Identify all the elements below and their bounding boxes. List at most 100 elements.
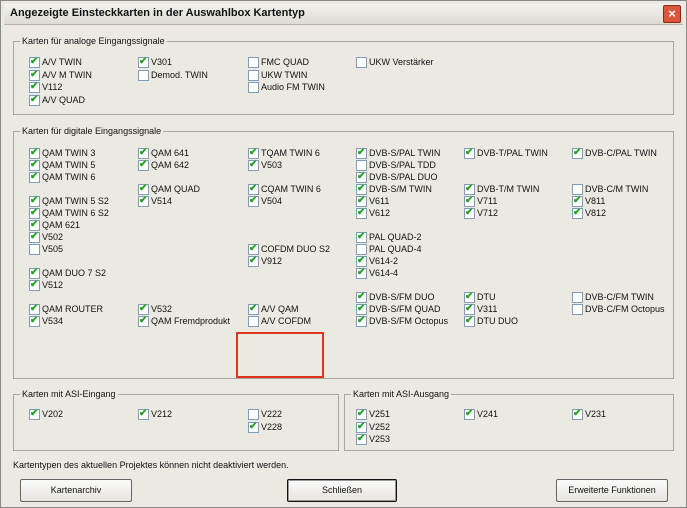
checkbox-box[interactable] — [248, 316, 259, 327]
checkbox-box[interactable]: ✔ — [138, 315, 149, 327]
group-analog-label: Karten für analoge Eingangssignale — [20, 35, 167, 48]
checkbox-box[interactable]: ✔ — [138, 408, 149, 420]
checkbox-box[interactable] — [138, 70, 149, 81]
checkbox-label: V912 — [261, 256, 283, 266]
checkbox-box[interactable]: ✔ — [356, 267, 367, 279]
close-window-button[interactable]: × — [663, 5, 681, 23]
checkbox-box[interactable] — [356, 160, 367, 171]
check-icon: ✔ — [30, 81, 39, 92]
checkbox-box[interactable]: ✔ — [464, 147, 475, 159]
checkbox-box[interactable] — [572, 184, 583, 195]
checkbox-box[interactable]: ✔ — [248, 195, 259, 207]
check-icon: ✔ — [30, 195, 39, 206]
checkbox-label: QAM ROUTER — [42, 304, 104, 314]
check-icon: ✔ — [30, 207, 39, 218]
checkbox-label: A/V TWIN — [42, 57, 82, 67]
checkbox-box[interactable]: ✔ — [464, 408, 475, 420]
checkbox-box[interactable]: ✔ — [464, 315, 475, 327]
checkbox-box[interactable] — [356, 244, 367, 255]
group-analog: Karten für analoge Eingangssignale — [13, 35, 674, 115]
checkbox-box[interactable]: ✔ — [138, 183, 149, 195]
checkbox-box[interactable]: ✔ — [29, 159, 40, 171]
check-icon: ✔ — [357, 408, 366, 419]
check-icon: ✔ — [465, 147, 474, 158]
checkbox-box[interactable]: ✔ — [29, 207, 40, 219]
checkbox-box[interactable]: ✔ — [464, 303, 475, 315]
checkbox-box[interactable] — [248, 409, 259, 420]
checkbox-box[interactable] — [356, 57, 367, 68]
check-icon: ✔ — [357, 291, 366, 302]
checkbox-box[interactable] — [248, 82, 259, 93]
checkbox-box[interactable] — [248, 70, 259, 81]
checkbox-box[interactable]: ✔ — [356, 171, 367, 183]
checkbox-box[interactable]: ✔ — [356, 207, 367, 219]
highlight-box — [236, 332, 324, 378]
checkbox-box[interactable] — [572, 292, 583, 303]
checkbox-box[interactable]: ✔ — [572, 147, 583, 159]
checkbox-box[interactable]: ✔ — [464, 207, 475, 219]
checkbox-box[interactable]: ✔ — [572, 207, 583, 219]
checkbox-box[interactable] — [572, 304, 583, 315]
checkbox-box[interactable]: ✔ — [356, 195, 367, 207]
checkbox-label: V512 — [42, 280, 64, 290]
check-icon: ✔ — [30, 94, 39, 105]
checkbox-box[interactable]: ✔ — [248, 147, 259, 159]
checkbox-box[interactable]: ✔ — [248, 243, 259, 255]
extended-functions-button[interactable]: Erweiterte Funktionen — [556, 479, 668, 502]
checkbox-box[interactable]: ✔ — [356, 231, 367, 243]
checkbox-box[interactable]: ✔ — [248, 183, 259, 195]
checkbox-label: QAM 642 — [151, 160, 190, 170]
checkbox-label: QAM 621 — [42, 220, 81, 230]
checkbox-box[interactable]: ✔ — [356, 291, 367, 303]
checkbox-box[interactable]: ✔ — [29, 195, 40, 207]
checkbox-box[interactable]: ✔ — [464, 291, 475, 303]
checkbox-box[interactable]: ✔ — [29, 315, 40, 327]
checkbox-box[interactable]: ✔ — [248, 159, 259, 171]
checkbox-box[interactable]: ✔ — [138, 56, 149, 68]
checkbox-box[interactable]: ✔ — [29, 69, 40, 81]
checkbox-box[interactable]: ✔ — [29, 81, 40, 93]
check-icon: ✔ — [357, 195, 366, 206]
checkbox-box[interactable]: ✔ — [29, 303, 40, 315]
checkbox-box[interactable]: ✔ — [29, 279, 40, 291]
checkbox-box[interactable]: ✔ — [356, 315, 367, 327]
info-note: Kartentypen des aktuellen Projektes könn… — [13, 460, 289, 470]
checkbox-box[interactable]: ✔ — [248, 303, 259, 315]
checkbox-box[interactable]: ✔ — [29, 147, 40, 159]
checkbox-box[interactable]: ✔ — [572, 195, 583, 207]
checkbox-box[interactable] — [248, 57, 259, 68]
checkbox-box[interactable]: ✔ — [29, 56, 40, 68]
checkbox-box[interactable]: ✔ — [356, 421, 367, 433]
checkbox-label: A/V M TWIN — [42, 70, 92, 80]
checkbox-label: V202 — [42, 409, 64, 419]
checkbox-box[interactable]: ✔ — [29, 267, 40, 279]
checkbox-box[interactable]: ✔ — [572, 408, 583, 420]
checkbox-box[interactable]: ✔ — [29, 231, 40, 243]
checkbox-box[interactable]: ✔ — [29, 171, 40, 183]
checkbox-box[interactable]: ✔ — [29, 408, 40, 420]
checkbox-box[interactable] — [29, 244, 40, 255]
checkbox-box[interactable]: ✔ — [248, 421, 259, 433]
checkbox-box[interactable]: ✔ — [464, 195, 475, 207]
check-icon: ✔ — [139, 195, 148, 206]
checkbox-box[interactable]: ✔ — [138, 195, 149, 207]
checkbox-label: V241 — [477, 409, 499, 419]
check-icon: ✔ — [357, 171, 366, 182]
checkbox-box[interactable]: ✔ — [248, 255, 259, 267]
checkbox-label: V504 — [261, 196, 283, 206]
checkbox-box[interactable]: ✔ — [356, 303, 367, 315]
checkbox-box[interactable]: ✔ — [138, 147, 149, 159]
checkbox-box[interactable]: ✔ — [356, 433, 367, 445]
close-button[interactable]: Schließen — [287, 479, 397, 502]
checkbox-box[interactable]: ✔ — [356, 255, 367, 267]
checkbox-box[interactable]: ✔ — [138, 159, 149, 171]
checkbox-box[interactable]: ✔ — [138, 303, 149, 315]
checkbox-box[interactable]: ✔ — [356, 183, 367, 195]
checkbox-box[interactable]: ✔ — [356, 408, 367, 420]
card-archive-button[interactable]: Kartenarchiv — [20, 479, 132, 502]
checkbox-box[interactable]: ✔ — [464, 183, 475, 195]
checkbox-box[interactable]: ✔ — [29, 219, 40, 231]
checkbox-box[interactable]: ✔ — [29, 94, 40, 106]
checkbox-box[interactable]: ✔ — [356, 147, 367, 159]
checkbox-label: PAL QUAD-2 — [369, 232, 422, 242]
